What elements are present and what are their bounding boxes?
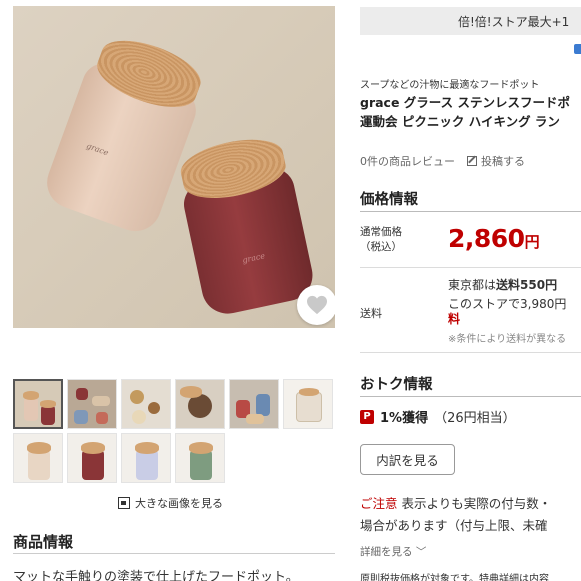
shipping-free-label: 料 [448,312,461,326]
price-label: 通常価格 （税込） [360,226,402,253]
thumbnail-7[interactable] [13,433,63,483]
points-icon: P [360,409,374,424]
points-rate: 1%獲得 [380,411,429,426]
points-row: P 1%獲得 （26円相当） [360,407,516,426]
thumbnail-4[interactable] [175,379,225,429]
thumbnail-2[interactable] [67,379,117,429]
product-info-heading: 商品情報 [13,533,74,551]
price-value: 2,860円 [448,224,540,253]
store-icon[interactable] [574,44,581,54]
points-value: （26円相当） [434,411,516,426]
thumbnail-6[interactable] [283,379,333,429]
favorite-button[interactable] [297,285,335,325]
promo-banner[interactable]: 倍!倍!ストア最大+1 [360,7,581,35]
breakdown-button[interactable]: 内訳を見る [360,444,455,475]
thumbnail-8[interactable] [67,433,117,483]
thumbnail-9[interactable] [121,433,171,483]
enlarge-label: 大きな画像を見る [135,497,223,510]
enlarge-image-link[interactable]: 大きな画像を見る [118,495,223,511]
divider [360,352,581,353]
main-product-image[interactable]: grace grace [13,6,335,328]
bottom-note: 原則税抜価格が対象です。特典詳細は内容 [360,574,549,581]
review-count-link[interactable]: 0件の商品レビュー [360,153,455,169]
divider [360,267,581,268]
shipping-label: 送料 [360,307,382,320]
notice-text: ご注意 表示よりも実際の付与数・ 場合があります（付与上限、未確 [360,496,552,533]
thumbnail-3[interactable] [121,379,171,429]
shipping-free-condition: このストアで3,980円 [448,297,567,311]
product-title: grace グラース ステンレスフードポ 運動会 ピクニック ハイキング ラン [360,93,570,131]
price-heading: 価格情報 [360,192,418,208]
divider [360,396,581,397]
post-review-link[interactable]: 投稿する [481,153,525,169]
heart-icon [307,295,327,315]
review-row: 0件の商品レビュー 投稿する [360,153,525,169]
product-title-line2: 運動会 ピクニック ハイキング ラン [360,114,560,129]
image-icon [118,497,130,509]
thumbnail-10[interactable] [175,433,225,483]
details-link[interactable]: 詳細を見る ﹀ [360,544,426,559]
shipping-note: ※条件により送料が異なる [448,334,567,345]
thumbnail-1[interactable] [13,379,63,429]
product-title-line1: grace グラース ステンレスフードポ [360,95,571,110]
thumbnail-5[interactable] [229,379,279,429]
catchcopy: スープなどの汁物に最適なフードポット [360,80,540,91]
shipping-region[interactable]: 東京都は送料550円 [448,276,557,293]
product-detail-panel: 倍!倍!ストア最大+1 スープなどの汁物に最適なフードポット grace グラー… [360,0,581,581]
product-description: マットな手触りの塗装で仕上げたフードポット。 [13,570,299,581]
edit-icon [467,156,477,166]
divider [360,211,581,212]
deals-heading: おトク情報 [360,377,433,393]
divider [13,553,335,554]
